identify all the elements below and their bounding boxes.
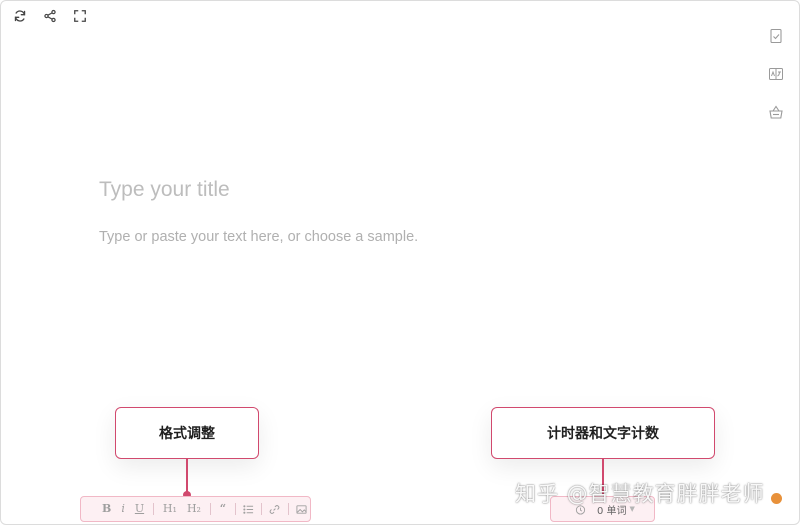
toolbar-divider — [287, 503, 289, 515]
list-icon[interactable] — [240, 497, 258, 521]
title-input[interactable] — [99, 175, 699, 205]
editor-window: 格式调整 计时器和文字计数 B i U H₁ H₂ “ — [0, 0, 800, 525]
toolbar-divider — [261, 503, 263, 515]
quote-button[interactable]: “ — [215, 497, 231, 521]
format-callout: 格式调整 — [115, 407, 259, 459]
document-check-icon[interactable] — [767, 27, 785, 45]
stats-callout: 计时器和文字计数 — [491, 407, 715, 459]
italic-button[interactable]: i — [116, 497, 130, 521]
editor-area — [99, 175, 699, 247]
right-rail — [767, 27, 785, 121]
heading2-button[interactable]: H₂ — [182, 497, 206, 521]
toolbar-divider — [209, 503, 211, 515]
translate-icon[interactable] — [767, 65, 785, 83]
toolbar-divider — [153, 503, 154, 515]
link-icon[interactable] — [266, 497, 284, 521]
basket-icon[interactable] — [767, 103, 785, 121]
help-badge-icon[interactable] — [771, 493, 782, 504]
stats-callout-label: 计时器和文字计数 — [547, 426, 659, 442]
heading1-button[interactable]: H₁ — [158, 497, 182, 521]
refresh-icon[interactable] — [11, 7, 29, 25]
underline-button[interactable]: U — [130, 497, 149, 521]
format-callout-connector — [186, 459, 188, 495]
image-icon[interactable] — [293, 497, 311, 521]
toolbar-divider — [235, 503, 236, 515]
fullscreen-icon[interactable] — [71, 7, 89, 25]
top-toolbar — [11, 7, 89, 25]
body-text-input[interactable] — [99, 227, 699, 247]
format-callout-label: 格式调整 — [159, 426, 215, 442]
watermark: 知乎 @智慧教育胖胖老师 — [515, 482, 765, 506]
share-icon[interactable] — [41, 7, 59, 25]
bold-button[interactable]: B — [97, 497, 116, 521]
format-toolbar: B i U H₁ H₂ “ — [80, 496, 311, 522]
